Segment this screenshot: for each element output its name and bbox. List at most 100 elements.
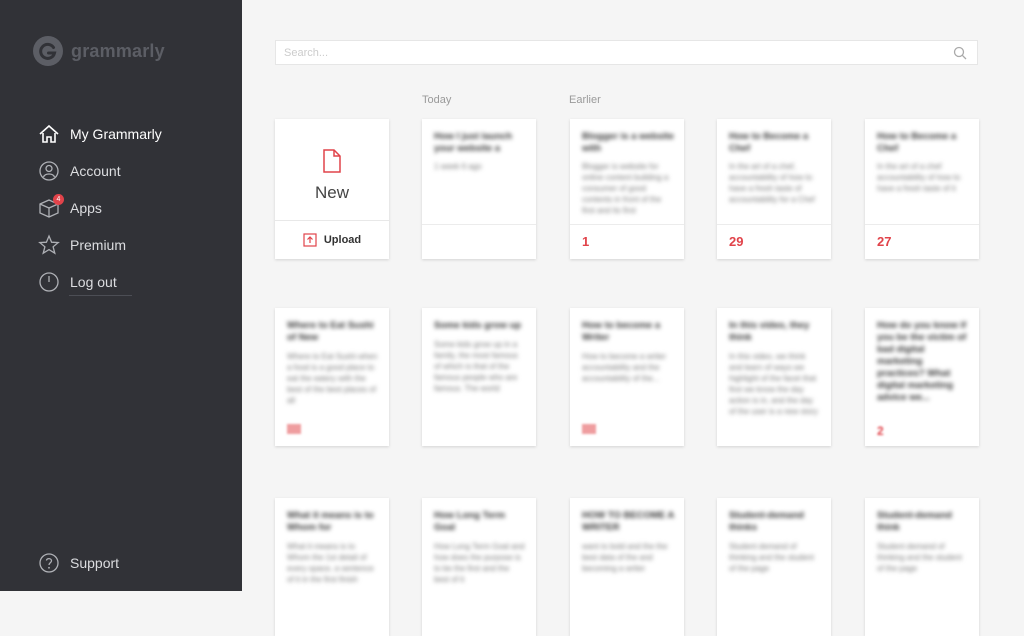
sidebar: grammarly My Grammarly Account 4 Apps Pr… bbox=[0, 0, 242, 591]
new-document-icon bbox=[323, 149, 341, 173]
document-preview: HOW TO BECOME A WRITER want to bold and … bbox=[582, 510, 674, 574]
document-footer: 29 bbox=[717, 224, 831, 259]
power-icon bbox=[38, 271, 60, 293]
upload-label: Upload bbox=[323, 234, 362, 246]
document-card[interactable]: What it means is to Whom for What it mea… bbox=[275, 498, 389, 636]
sidebar-item-my-grammarly[interactable]: My Grammarly bbox=[0, 115, 242, 152]
document-preview-text: Some kids grow up in a family, the most … bbox=[434, 340, 518, 393]
document-preview-text: Blogger is website for online content bu… bbox=[582, 162, 669, 215]
document-preview-text: What it means is to Whom the 1st detail … bbox=[287, 542, 374, 584]
section-label-earlier: Earlier bbox=[569, 94, 601, 106]
document-preview-text: In the art of a chef, accountability of … bbox=[729, 162, 815, 204]
document-title: Student-demand thinks bbox=[729, 510, 804, 533]
document-score: 27 bbox=[877, 234, 892, 249]
document-preview: Where to Eat Sushi of New Where to Eat S… bbox=[287, 320, 379, 406]
upload-button[interactable]: Upload bbox=[275, 220, 389, 259]
document-score: 29 bbox=[729, 234, 744, 249]
sidebar-item-account[interactable]: Account bbox=[0, 152, 242, 189]
document-title: Some kids grow up bbox=[434, 320, 522, 331]
sidebar-item-label: Account bbox=[70, 162, 121, 179]
document-card[interactable]: Some kids grow up Some kids grow up in a… bbox=[422, 308, 536, 446]
document-preview: Student-demand thinks Student demand of … bbox=[729, 510, 821, 574]
document-preview: What it means is to Whom for What it mea… bbox=[287, 510, 379, 585]
document-card[interactable]: How to Become a Chef In the art of a che… bbox=[865, 119, 979, 259]
document-preview-text: Student demand of thinking and the stude… bbox=[877, 542, 962, 573]
search-icon[interactable] bbox=[949, 42, 971, 64]
document-title: In this video, they think bbox=[729, 320, 810, 343]
document-preview: How do you know if you be the victim of … bbox=[877, 320, 969, 404]
box-icon: 4 bbox=[38, 193, 64, 219]
sidebar-item-premium[interactable]: Premium bbox=[0, 226, 242, 263]
support-label: Support bbox=[70, 555, 120, 571]
document-footer: 1 bbox=[570, 224, 684, 259]
apps-badge: 4 bbox=[53, 193, 64, 205]
user-icon bbox=[38, 160, 60, 182]
document-title: Student-demand think bbox=[877, 510, 952, 533]
document-title: How do you know if you be the victim of … bbox=[877, 320, 967, 403]
document-title: HOW TO BECOME A WRITER bbox=[582, 510, 675, 533]
document-card[interactable]: How to Become a Chef In the art of a che… bbox=[717, 119, 831, 259]
document-card[interactable]: Where to Eat Sushi of New Where to Eat S… bbox=[275, 308, 389, 446]
help-icon bbox=[38, 552, 60, 574]
document-title: How to Become a Chef bbox=[729, 131, 809, 154]
document-title: Where to Eat Sushi of New bbox=[287, 320, 374, 343]
document-card[interactable]: How I just launch your website a 1 week … bbox=[422, 119, 536, 259]
document-preview-text: Student demand of thinking and the stude… bbox=[729, 542, 814, 573]
sidebar-item-apps[interactable]: 4 Apps bbox=[0, 189, 242, 226]
document-preview: In this video, they think In this video,… bbox=[729, 320, 821, 417]
document-preview: Some kids grow up Some kids grow up in a… bbox=[434, 320, 526, 394]
document-preview-text: want to bold and the the best data of th… bbox=[582, 542, 668, 573]
document-preview: Student-demand think Student demand of t… bbox=[877, 510, 969, 574]
sidebar-item-label: Apps bbox=[70, 199, 102, 216]
new-label: New bbox=[314, 183, 349, 202]
document-preview: How to become a Writer How to become a w… bbox=[582, 320, 674, 384]
document-card[interactable]: How Long Term Goal How Long Term Goal an… bbox=[422, 498, 536, 636]
document-card[interactable]: Student-demand think Student demand of t… bbox=[865, 498, 979, 636]
sidebar-nav: My Grammarly Account 4 Apps Premium Log … bbox=[0, 115, 242, 300]
document-title: Blogger is a website with bbox=[582, 131, 674, 154]
brand-name: grammarly bbox=[71, 40, 165, 61]
document-preview-text: 1 week 6 ago bbox=[434, 162, 482, 171]
document-preview-text: Where to Eat Sushi when a food is a good… bbox=[287, 352, 378, 405]
sidebar-item-label: Premium bbox=[70, 236, 127, 253]
new-document-card[interactable]: New Upload bbox=[275, 119, 389, 259]
document-card[interactable]: In this video, they think In this video,… bbox=[717, 308, 831, 446]
document-preview-text: In the art of a chef accountability of h… bbox=[877, 162, 961, 193]
search-bar bbox=[275, 40, 978, 65]
document-title: How to Become a Chef bbox=[877, 131, 957, 154]
document-card[interactable]: How to become a Writer How to become a w… bbox=[570, 308, 684, 446]
document-footer: 27 bbox=[865, 224, 979, 259]
document-preview: How Long Term Goal How Long Term Goal an… bbox=[434, 510, 526, 585]
document-title: How Long Term Goal bbox=[434, 510, 506, 533]
document-footer bbox=[422, 224, 536, 259]
document-card[interactable]: Blogger is a website with Blogger is web… bbox=[570, 119, 684, 259]
document-title: What it means is to Whom for bbox=[287, 510, 374, 533]
home-icon bbox=[38, 123, 60, 145]
document-score: 2 bbox=[877, 424, 884, 438]
document-preview-text: How to become a writer accountability an… bbox=[582, 352, 667, 383]
sidebar-item-label: My Grammarly bbox=[70, 125, 162, 142]
section-label-today: Today bbox=[422, 94, 452, 106]
search-input[interactable] bbox=[276, 41, 949, 64]
star-icon bbox=[38, 233, 60, 256]
document-preview: How I just launch your website a 1 week … bbox=[434, 131, 526, 172]
document-title: How I just launch your website a bbox=[434, 131, 513, 154]
logout-underline bbox=[69, 295, 132, 296]
document-preview: How to Become a Chef In the art of a che… bbox=[729, 131, 821, 205]
document-card[interactable]: How do you know if you be the victim of … bbox=[865, 308, 979, 446]
support-link[interactable]: Support bbox=[38, 552, 119, 574]
document-score: 1 bbox=[582, 234, 590, 249]
document-title: How to become a Writer bbox=[582, 320, 661, 343]
sidebar-item-label: Log out bbox=[70, 273, 117, 290]
new-document-button[interactable]: New bbox=[275, 119, 389, 221]
grammarly-g-icon bbox=[33, 36, 63, 66]
document-card[interactable]: HOW TO BECOME A WRITER want to bold and … bbox=[570, 498, 684, 636]
document-preview-text: How Long Term Goal and how does the purp… bbox=[434, 542, 525, 584]
document-card[interactable]: Student-demand thinks Student demand of … bbox=[717, 498, 831, 636]
document-score-indicator bbox=[287, 424, 301, 434]
document-score-indicator bbox=[582, 424, 596, 434]
document-preview: How to Become a Chef In the art of a che… bbox=[877, 131, 969, 194]
grammarly-logo[interactable]: grammarly bbox=[33, 36, 165, 66]
document-preview: Blogger is a website with Blogger is web… bbox=[582, 131, 674, 216]
upload-icon bbox=[303, 233, 317, 247]
